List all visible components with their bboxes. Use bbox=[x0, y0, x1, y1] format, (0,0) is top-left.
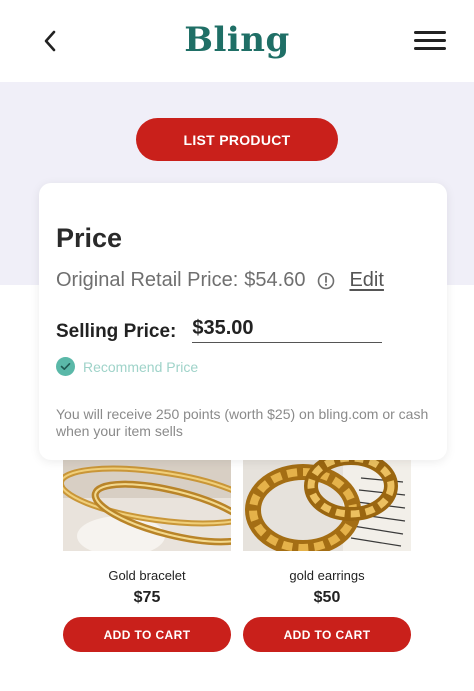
original-price-row: Original Retail Price: $54.60 Edit bbox=[56, 269, 384, 292]
recommend-price-label: Recommend Price bbox=[83, 358, 199, 375]
product-name: gold earrings bbox=[289, 568, 365, 583]
product-price: $50 bbox=[313, 589, 341, 606]
add-to-cart-button[interactable]: ADD TO CART bbox=[63, 617, 231, 652]
app-logo[interactable]: Bling bbox=[0, 20, 474, 60]
menu-button[interactable] bbox=[414, 28, 448, 54]
price-card: Price Original Retail Price: $54.60 Edit… bbox=[39, 183, 447, 460]
product-image[interactable] bbox=[63, 458, 231, 551]
app-header: Bling bbox=[0, 0, 474, 82]
selling-price-input[interactable] bbox=[192, 317, 383, 343]
product-price: $75 bbox=[133, 589, 161, 606]
original-price-label: Original Retail Price: bbox=[56, 269, 239, 291]
recommend-price-toggle[interactable]: Recommend Price bbox=[56, 357, 198, 376]
product-image[interactable] bbox=[243, 458, 411, 551]
edit-link[interactable]: Edit bbox=[349, 269, 383, 292]
original-price-value: $54.60 bbox=[244, 269, 306, 291]
points-note: You will receive 250 points (worth $25) … bbox=[56, 406, 429, 439]
hamburger-menu-icon bbox=[414, 31, 446, 34]
product-card: Gold bracelet $75 ADD TO CART bbox=[63, 458, 231, 652]
add-to-cart-button[interactable]: ADD TO CART bbox=[243, 617, 411, 652]
list-product-button[interactable]: LIST PRODUCT bbox=[136, 118, 338, 161]
check-circle-icon bbox=[56, 357, 75, 376]
info-icon[interactable] bbox=[317, 272, 335, 290]
product-name: Gold bracelet bbox=[108, 568, 186, 583]
price-title: Price bbox=[56, 223, 123, 253]
selling-price-label: Selling Price: bbox=[56, 321, 177, 342]
product-card: gold earrings $50 ADD TO CART bbox=[243, 458, 411, 652]
selling-price-row: Selling Price: bbox=[56, 317, 383, 343]
